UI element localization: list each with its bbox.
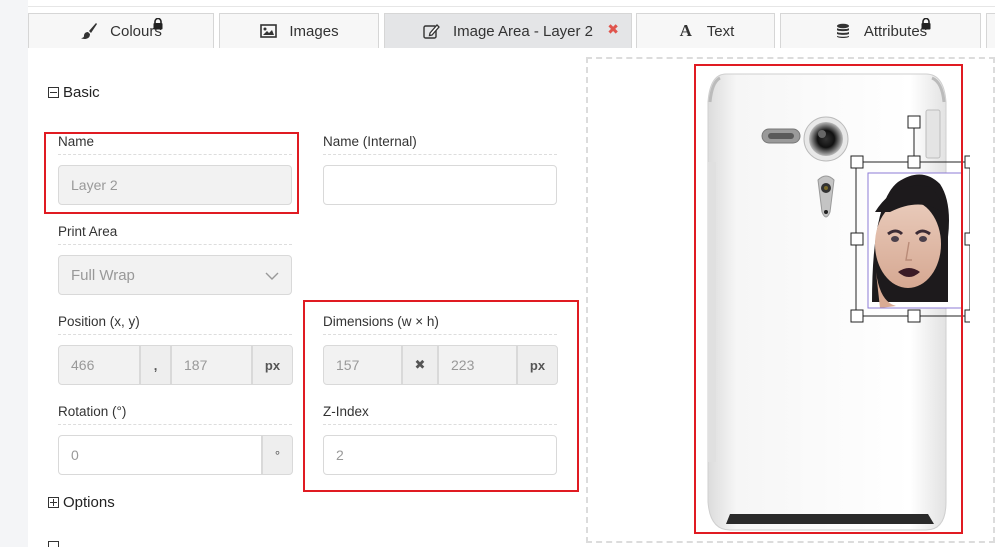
name-internal-input[interactable] bbox=[323, 165, 557, 205]
lock-icon bbox=[921, 17, 931, 34]
tab-text[interactable]: A Text bbox=[636, 13, 775, 48]
expand-icon bbox=[48, 497, 59, 508]
position-separator: , bbox=[140, 345, 171, 385]
placed-image-layer-2 bbox=[868, 173, 962, 308]
print-area-select[interactable]: Full Wrap bbox=[58, 255, 292, 295]
options-section-toggle[interactable]: Options bbox=[48, 494, 115, 511]
degree-unit: ° bbox=[262, 435, 293, 475]
tab-overflow[interactable] bbox=[986, 13, 995, 48]
chevron-down-icon bbox=[265, 267, 279, 284]
zindex-label: Z-Index bbox=[323, 404, 557, 425]
database-icon bbox=[834, 22, 852, 40]
name-label: Name bbox=[58, 134, 292, 155]
tab-label: Text bbox=[706, 22, 735, 40]
print-area-label: Print Area bbox=[58, 224, 292, 245]
basic-section-toggle[interactable]: Basic bbox=[48, 84, 100, 101]
position-unit: px bbox=[252, 345, 293, 385]
tab-image-area-layer-2[interactable]: Image Area - Layer 2 ✖ bbox=[384, 13, 632, 48]
tab-colours[interactable]: Colours bbox=[28, 13, 214, 48]
lock-icon bbox=[153, 17, 163, 34]
zindex-input[interactable]: 2 bbox=[323, 435, 557, 475]
section-title: Options bbox=[63, 494, 115, 511]
dimensions-w-input[interactable]: 157 bbox=[323, 345, 402, 385]
print-area-value: Full Wrap bbox=[71, 266, 135, 284]
rotation-label: Rotation (°) bbox=[58, 404, 292, 425]
tab-label: Images bbox=[289, 22, 339, 40]
close-icon[interactable]: ✖ bbox=[607, 21, 619, 38]
rotation-input[interactable]: 0 bbox=[58, 435, 262, 475]
brush-icon bbox=[80, 22, 98, 40]
top-divider bbox=[28, 6, 995, 7]
dimensions-unit: px bbox=[517, 345, 558, 385]
name-input[interactable]: Layer 2 bbox=[58, 165, 292, 205]
collapse-icon bbox=[48, 87, 59, 98]
tab-images[interactable]: Images bbox=[219, 13, 379, 48]
position-y-input[interactable]: 187 bbox=[171, 345, 252, 385]
phone-case-preview bbox=[694, 64, 970, 534]
font-icon: A bbox=[679, 21, 692, 40]
tab-label: Attributes bbox=[863, 22, 928, 40]
dimensions-h-input[interactable]: 223 bbox=[438, 345, 517, 385]
tab-attributes[interactable]: Attributes bbox=[780, 13, 981, 48]
tab-label: Image Area - Layer 2 bbox=[452, 22, 594, 40]
position-x-input[interactable]: 466 bbox=[58, 345, 140, 385]
dimensions-label: Dimensions (w × h) bbox=[323, 314, 557, 335]
times-icon: ✖ bbox=[402, 345, 438, 385]
left-margin bbox=[0, 0, 28, 547]
edit-icon bbox=[423, 22, 441, 40]
name-internal-label: Name (Internal) bbox=[323, 134, 557, 155]
next-section-peek bbox=[48, 541, 128, 547]
position-label: Position (x, y) bbox=[58, 314, 292, 335]
image-icon bbox=[259, 22, 277, 40]
section-title: Basic bbox=[63, 84, 100, 101]
